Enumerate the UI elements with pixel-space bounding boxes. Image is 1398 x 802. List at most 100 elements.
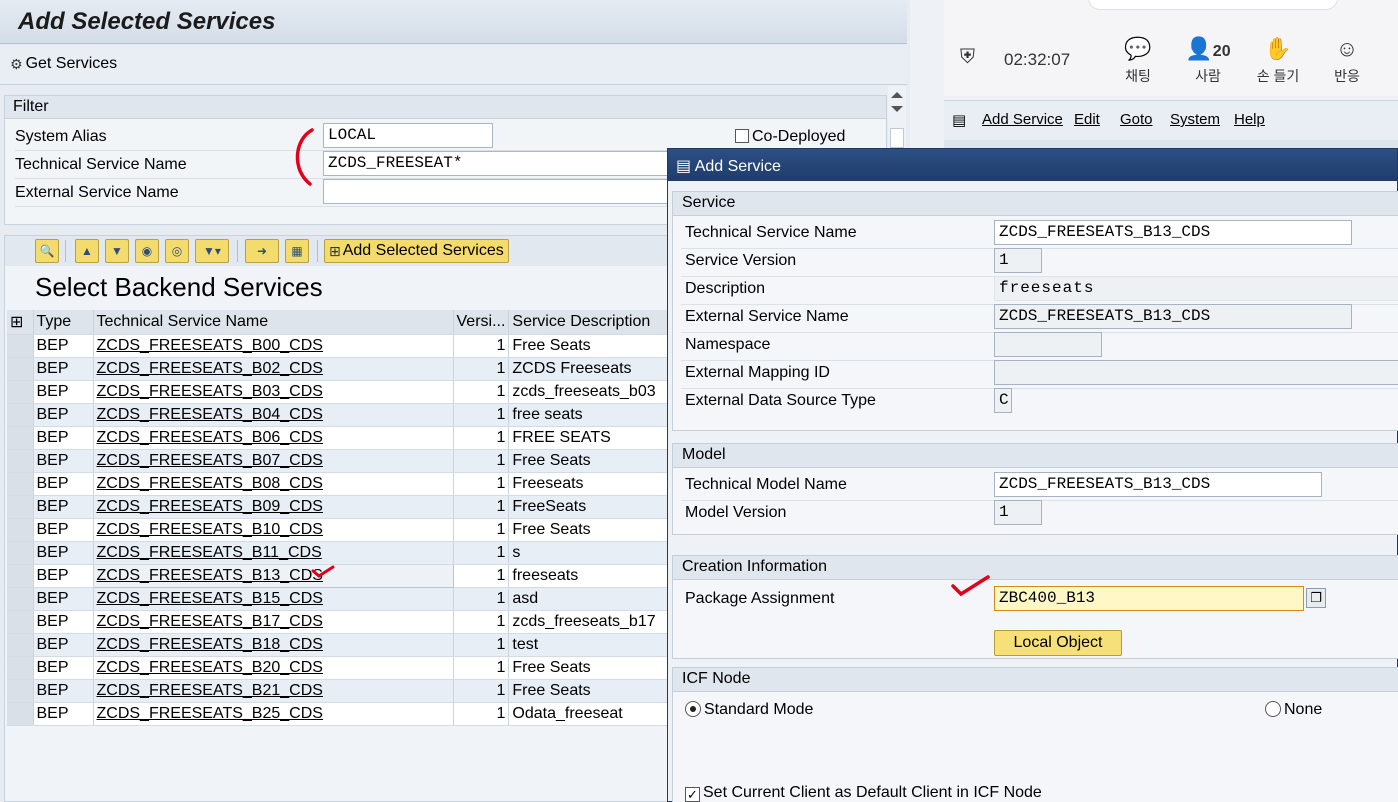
value-help-icon[interactable]: ❐ — [1306, 588, 1326, 608]
namespace-field[interactable] — [994, 332, 1102, 357]
cell-technical-service-name[interactable]: ZCDS_FREESEATS_B17_CDS — [93, 610, 454, 634]
service-name-link[interactable]: ZCDS_FREESEATS_B03_CDS — [97, 383, 323, 400]
menu-goto[interactable]: Goto — [1120, 111, 1153, 128]
layout-icon[interactable]: ▦ — [285, 239, 309, 263]
service-name-link[interactable]: ZCDS_FREESEATS_B25_CDS — [97, 705, 323, 722]
local-object-button[interactable]: Local Object — [994, 630, 1122, 656]
cell-technical-service-name[interactable]: ZCDS_FREESEATS_B08_CDS — [93, 472, 454, 496]
row-selector[interactable] — [7, 564, 34, 588]
sort-descending-icon[interactable]: ▼ — [105, 239, 129, 263]
service-name-link[interactable]: ZCDS_FREESEATS_B04_CDS — [97, 406, 323, 423]
service-name-link[interactable]: ZCDS_FREESEATS_B13_CDS — [97, 567, 323, 584]
technical-service-name-input[interactable]: ZCDS_FREESEAT* — [323, 151, 673, 176]
details-icon[interactable]: 🔍 — [35, 239, 59, 263]
service-name-link[interactable]: ZCDS_FREESEATS_B09_CDS — [97, 498, 323, 515]
get-services-button[interactable]: ⚙ Get Services — [10, 55, 117, 73]
row-selector[interactable] — [7, 702, 34, 726]
row-selector[interactable] — [7, 449, 34, 473]
cell-technical-service-name[interactable]: ZCDS_FREESEATS_B04_CDS — [93, 403, 454, 427]
service-name-link[interactable]: ZCDS_FREESEATS_B06_CDS — [97, 429, 323, 446]
row-selector[interactable] — [7, 587, 34, 611]
menu-add-service[interactable]: Add Service — [982, 111, 1063, 128]
scroll-up-icon[interactable] — [891, 92, 903, 98]
co-deployed-checkbox[interactable]: Co-Deployed — [735, 128, 845, 146]
service-name-link[interactable]: ZCDS_FREESEATS_B11_CDS — [97, 544, 322, 561]
table-row[interactable]: BEP ZCDS_FREESEATS_B11_CDS 1 s — [7, 541, 680, 565]
service-name-link[interactable]: ZCDS_FREESEATS_B08_CDS — [97, 475, 323, 492]
service-name-link[interactable]: ZCDS_FREESEATS_B20_CDS — [97, 659, 323, 676]
table-row[interactable]: BEP ZCDS_FREESEATS_B20_CDS 1 Free Seats — [7, 656, 680, 680]
table-row[interactable]: BEP ZCDS_FREESEATS_B13_CDS 1 freeseats — [7, 563, 680, 588]
none-radio[interactable]: None — [1265, 701, 1322, 719]
menu-icon[interactable]: ▤ — [952, 111, 966, 129]
menu-system[interactable]: System — [1170, 111, 1220, 128]
table-row[interactable]: BEP ZCDS_FREESEATS_B07_CDS 1 Free Seats — [7, 449, 680, 473]
table-row[interactable]: BEP ZCDS_FREESEATS_B09_CDS 1 FreeSeats — [7, 495, 680, 519]
description-field[interactable]: freeseats — [994, 276, 1398, 301]
table-row[interactable]: BEP ZCDS_FREESEATS_B18_CDS 1 test — [7, 633, 680, 657]
cell-technical-service-name[interactable]: ZCDS_FREESEATS_B06_CDS — [93, 426, 454, 450]
cell-technical-service-name[interactable]: ZCDS_FREESEATS_B20_CDS — [93, 656, 454, 680]
row-selector[interactable] — [7, 541, 34, 565]
table-row[interactable]: BEP ZCDS_FREESEATS_B10_CDS 1 Free Seats — [7, 518, 680, 542]
external-service-name-input[interactable] — [323, 179, 673, 204]
table-row[interactable]: BEP ZCDS_FREESEATS_B04_CDS 1 free seats — [7, 403, 680, 427]
service-name-link[interactable]: ZCDS_FREESEATS_B15_CDS — [97, 590, 323, 607]
meeting-search-bar[interactable] — [1088, 0, 1338, 10]
column-technical-service-name[interactable]: Technical Service Name — [93, 310, 454, 335]
external-service-name-field[interactable]: ZCDS_FREESEATS_B13_CDS — [994, 304, 1352, 329]
cell-technical-service-name[interactable]: ZCDS_FREESEATS_B15_CDS — [93, 587, 454, 611]
scroll-thumb[interactable] — [890, 128, 904, 148]
standard-mode-radio[interactable]: Standard Mode — [685, 701, 813, 719]
row-selector[interactable] — [7, 380, 34, 404]
cell-technical-service-name[interactable]: ZCDS_FREESEATS_B11_CDS — [93, 541, 454, 565]
table-row[interactable]: BEP ZCDS_FREESEATS_B08_CDS 1 Freeseats — [7, 472, 680, 496]
row-selector[interactable] — [7, 403, 34, 427]
scroll-down-icon[interactable] — [891, 106, 903, 112]
table-row[interactable]: BEP ZCDS_FREESEATS_B03_CDS 1 zcds_freeseats… — [7, 380, 680, 404]
service-name-link[interactable]: ZCDS_FREESEATS_B02_CDS — [97, 360, 323, 377]
cell-technical-service-name[interactable]: ZCDS_FREESEATS_B02_CDS — [93, 357, 454, 381]
package-assignment-field[interactable]: ZBC400_B13 — [994, 586, 1304, 611]
service-name-link[interactable]: ZCDS_FREESEATS_B21_CDS — [97, 682, 323, 699]
row-selector[interactable] — [7, 518, 34, 542]
row-selector[interactable] — [7, 472, 34, 496]
table-row[interactable]: BEP ZCDS_FREESEATS_B02_CDS 1 ZCDS Freeseats — [7, 357, 680, 381]
model-version-field[interactable]: 1 — [994, 500, 1042, 525]
filter-icon[interactable]: ▼▾ — [195, 239, 229, 263]
sort-ascending-icon[interactable]: ▲ — [75, 239, 99, 263]
cell-technical-service-name[interactable]: ZCDS_FREESEATS_B09_CDS — [93, 495, 454, 519]
row-selector[interactable] — [7, 610, 34, 634]
row-selector[interactable] — [7, 426, 34, 450]
row-selector[interactable] — [7, 334, 34, 358]
table-row[interactable]: BEP ZCDS_FREESEATS_B15_CDS 1 asd — [7, 587, 680, 611]
external-mapping-id-field[interactable] — [994, 360, 1398, 385]
select-all-icon[interactable]: ⊞ — [7, 310, 34, 335]
find-icon[interactable]: ◉ — [135, 239, 159, 263]
technical-model-name-field[interactable]: ZCDS_FREESEATS_B13_CDS — [994, 472, 1322, 497]
cell-technical-service-name[interactable]: ZCDS_FREESEATS_B07_CDS — [93, 449, 454, 473]
external-data-source-type-field[interactable]: C — [994, 388, 1012, 413]
column-service-description[interactable]: Service Description — [508, 310, 680, 335]
people-button[interactable]: 👤20 사람 — [1180, 34, 1236, 86]
column-type[interactable]: Type — [33, 310, 94, 335]
row-selector[interactable] — [7, 357, 34, 381]
row-selector[interactable] — [7, 495, 34, 519]
column-version[interactable]: Versi... — [453, 310, 510, 335]
table-row[interactable]: BEP ZCDS_FREESEATS_B17_CDS 1 zcds_freeseats… — [7, 610, 680, 634]
service-name-link[interactable]: ZCDS_FREESEATS_B17_CDS — [97, 613, 323, 630]
table-row[interactable]: BEP ZCDS_FREESEATS_B06_CDS 1 FREE SEATS — [7, 426, 680, 450]
cell-technical-service-name[interactable]: ZCDS_FREESEATS_B10_CDS — [93, 518, 454, 542]
service-name-link[interactable]: ZCDS_FREESEATS_B00_CDS — [97, 337, 323, 354]
cell-technical-service-name[interactable]: ZCDS_FREESEATS_B03_CDS — [93, 380, 454, 404]
row-selector[interactable] — [7, 633, 34, 657]
export-icon[interactable]: ➜ — [245, 239, 279, 263]
row-selector[interactable] — [7, 679, 34, 703]
service-version-field[interactable]: 1 — [994, 248, 1042, 273]
table-row[interactable]: BEP ZCDS_FREESEATS_B00_CDS 1 Free Seats — [7, 334, 680, 358]
service-name-link[interactable]: ZCDS_FREESEATS_B18_CDS — [97, 636, 323, 653]
system-alias-input[interactable]: LOCAL — [323, 123, 493, 148]
technical-service-name-field[interactable]: ZCDS_FREESEATS_B13_CDS — [994, 220, 1352, 245]
cell-technical-service-name[interactable]: ZCDS_FREESEATS_B13_CDS — [92, 563, 454, 588]
service-name-link[interactable]: ZCDS_FREESEATS_B10_CDS — [97, 521, 323, 538]
